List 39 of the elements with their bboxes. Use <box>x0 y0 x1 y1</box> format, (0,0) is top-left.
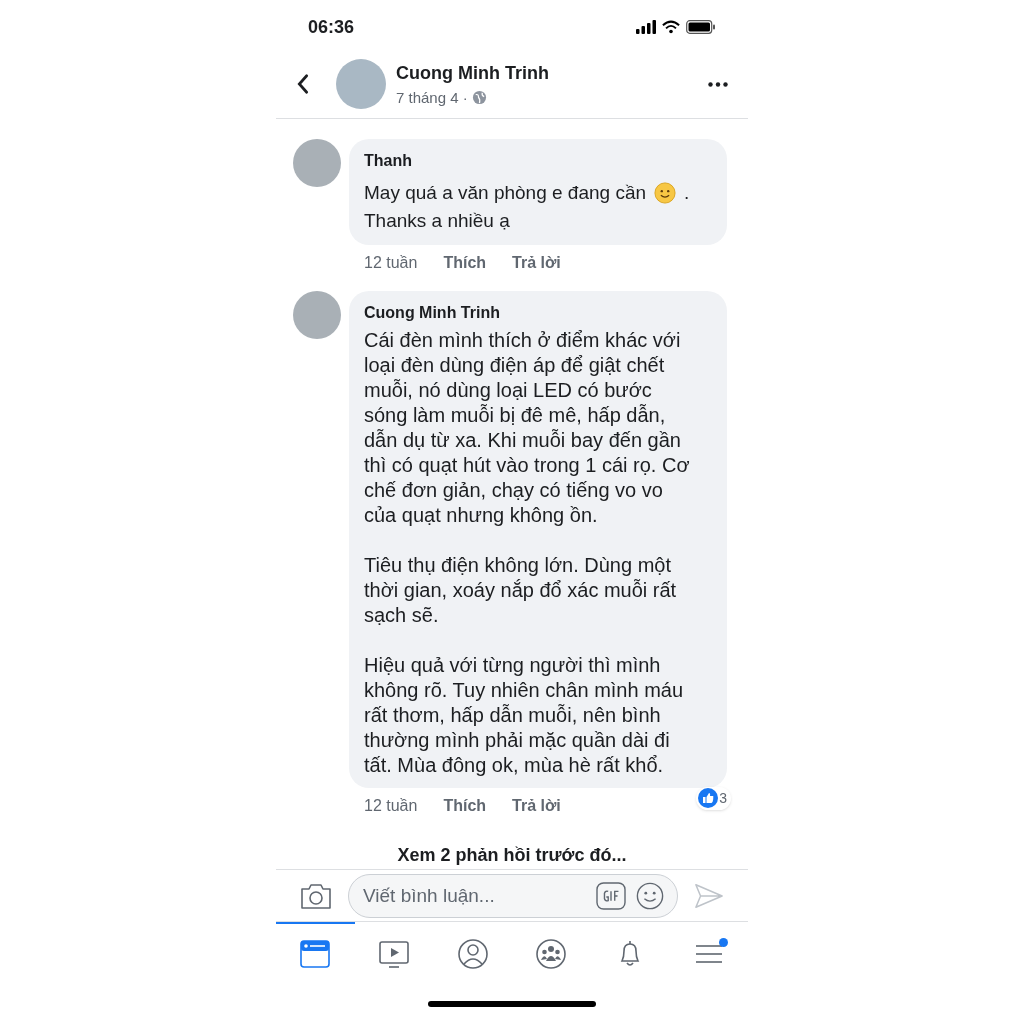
smiley-emoji-icon <box>654 181 677 204</box>
signal-icon <box>636 20 656 35</box>
comment-text: Cái đèn mình thích ở điểm khác với loại đèn dùng điện áp để giật chết muỗi, nó dùng loại LED có bước sóng làm muỗi bị đê mê, hấp dẫn, dẫn dụ từ xa. Khi muỗi bay đến gần thì có quạt hút vào trong 1 cái rọ. Cơ chế đơn giản, chạy có tiếng vo vo của quạt nhưng không ồn. <box>364 327 691 528</box>
view-previous-replies-link[interactable]: Xem 2 phản hồi trước đó... <box>397 841 627 869</box>
comment-text: May quá a văn phòng e đang cần <box>364 180 647 205</box>
wifi-icon <box>662 20 680 35</box>
comment-text: Hiệu quả với từng người thì mình không rõ. Tuy nhiên chân mình máu rất thơm, hấp dẫn muỗi, nên bình thường mình phải mặc quần dài đi tất. Mùa đông ok, mùa hè rất khổ. <box>364 652 685 778</box>
more-icon[interactable] <box>708 81 728 87</box>
commenter-name[interactable]: Cuong Minh Trinh <box>364 300 712 325</box>
reaction-badge[interactable]: 3 <box>696 786 731 810</box>
comment-time: 12 tuần <box>364 252 418 273</box>
comment-punctuation: . <box>684 180 690 205</box>
comment-input-field[interactable]: Viết bình luận... <box>348 873 678 918</box>
status-time: 06:36 <box>308 16 355 39</box>
camera-icon[interactable] <box>300 881 332 910</box>
video-icon <box>378 938 410 971</box>
battery-icon <box>686 20 716 35</box>
comment-text: Thanks a nhiều ạ <box>364 208 510 233</box>
post-date: 7 tháng 4 · <box>396 87 468 108</box>
news-feed-icon <box>299 938 332 971</box>
reply-link[interactable]: Trả lời <box>512 793 561 818</box>
gif-icon[interactable] <box>596 881 626 910</box>
globe-icon <box>471 90 487 106</box>
avatar-photo-placeholder <box>336 59 386 110</box>
profile-icon <box>456 938 489 971</box>
comment-time: 12 tuần <box>364 795 418 816</box>
reply-link[interactable]: Trả lời <box>512 250 561 275</box>
comment-text: Tiêu thụ điện không lớn. Dùng một thời gian, xoáy nắp đổ xác muỗi rất sạch sẽ. <box>364 552 678 628</box>
like-link[interactable]: Thích <box>443 250 487 275</box>
commenter-name[interactable]: Thanh <box>364 148 712 173</box>
commenter-avatar-placeholder <box>293 138 341 187</box>
emoji-icon[interactable] <box>636 881 664 910</box>
like-link[interactable]: Thích <box>443 793 487 818</box>
reaction-count: 3 <box>719 788 728 808</box>
commenter-avatar-placeholder <box>293 290 341 339</box>
thumbs-up-icon <box>698 788 719 809</box>
groups-icon <box>535 938 568 971</box>
back-icon[interactable] <box>296 73 310 96</box>
author-name[interactable]: Cuong Minh Trinh <box>396 59 549 87</box>
